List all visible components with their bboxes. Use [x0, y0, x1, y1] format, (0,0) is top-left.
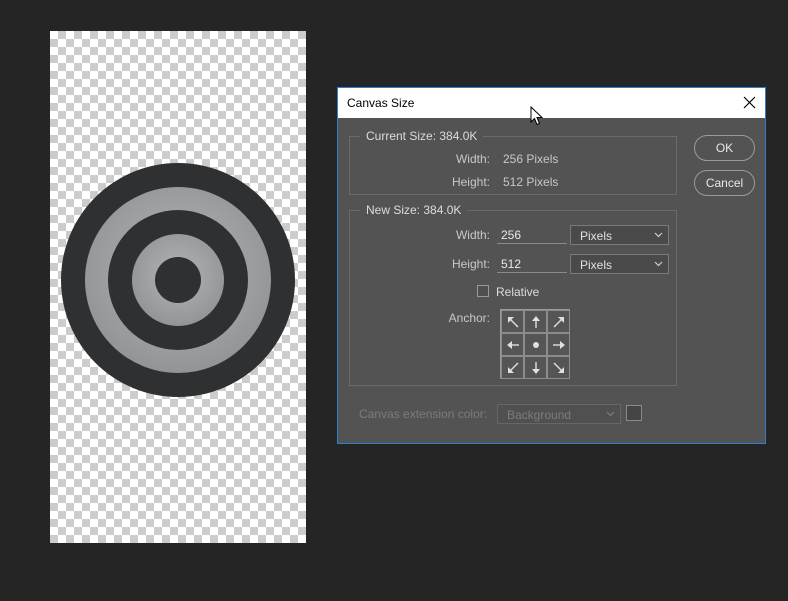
anchor-grid [500, 309, 570, 379]
new-height-label: Height: [451, 257, 490, 271]
relative-label[interactable]: Relative [496, 285, 539, 299]
anchor-bottom[interactable] [524, 356, 547, 379]
extension-color-label: Canvas extension color: [359, 407, 488, 421]
arrow-up-icon [531, 315, 540, 328]
current-size-legend: Current Size: 384.0K [366, 129, 478, 143]
anchor-center[interactable] [524, 333, 547, 356]
height-unit-value: Pixels [580, 258, 613, 272]
current-width-label: Width: [455, 152, 490, 166]
width-unit-select[interactable]: Pixels [570, 225, 669, 245]
mouse-cursor-icon [530, 106, 543, 126]
ok-button[interactable]: OK [694, 135, 755, 161]
anchor-left[interactable] [501, 333, 524, 356]
current-width-value: 256 Pixels [503, 152, 559, 166]
arrow-down-left-icon [507, 362, 518, 373]
new-size-legend: New Size: 384.0K [366, 203, 462, 217]
anchor-bottom-left[interactable] [501, 356, 524, 379]
arrow-left-icon [506, 340, 519, 349]
extension-color-select: Background [497, 404, 621, 424]
anchor-top-left[interactable] [501, 310, 524, 333]
anchor-label: Anchor: [448, 311, 490, 325]
new-width-label: Width: [455, 228, 490, 242]
center-dot-icon [532, 341, 539, 348]
chevron-down-icon [606, 411, 615, 417]
target-image [61, 163, 295, 397]
width-unit-value: Pixels [580, 229, 613, 243]
arrow-down-icon [531, 361, 540, 374]
relative-checkbox[interactable] [477, 285, 489, 297]
arrow-up-right-icon [553, 316, 564, 327]
chevron-down-icon [654, 232, 663, 238]
width-input[interactable] [497, 226, 567, 244]
extension-color-swatch [626, 405, 642, 421]
cancel-button[interactable]: Cancel [694, 170, 755, 196]
arrow-up-left-icon [507, 316, 518, 327]
height-unit-select[interactable]: Pixels [570, 254, 669, 274]
anchor-bottom-right[interactable] [547, 356, 570, 379]
arrow-down-right-icon [553, 362, 564, 373]
document-canvas [50, 31, 306, 543]
arrow-right-icon [552, 340, 565, 349]
height-input[interactable] [497, 255, 567, 273]
anchor-top[interactable] [524, 310, 547, 333]
close-icon [743, 96, 756, 109]
current-height-value: 512 Pixels [503, 175, 559, 189]
extension-color-value: Background [507, 408, 572, 422]
canvas-size-dialog: Canvas Size Current Size: 384.0K Width: … [337, 87, 766, 444]
chevron-down-icon [654, 261, 663, 267]
dialog-title: Canvas Size [347, 96, 415, 110]
anchor-top-right[interactable] [547, 310, 570, 333]
close-button[interactable] [735, 88, 765, 118]
current-height-label: Height: [451, 175, 490, 189]
dialog-titlebar[interactable]: Canvas Size [338, 88, 765, 118]
anchor-right[interactable] [547, 333, 570, 356]
